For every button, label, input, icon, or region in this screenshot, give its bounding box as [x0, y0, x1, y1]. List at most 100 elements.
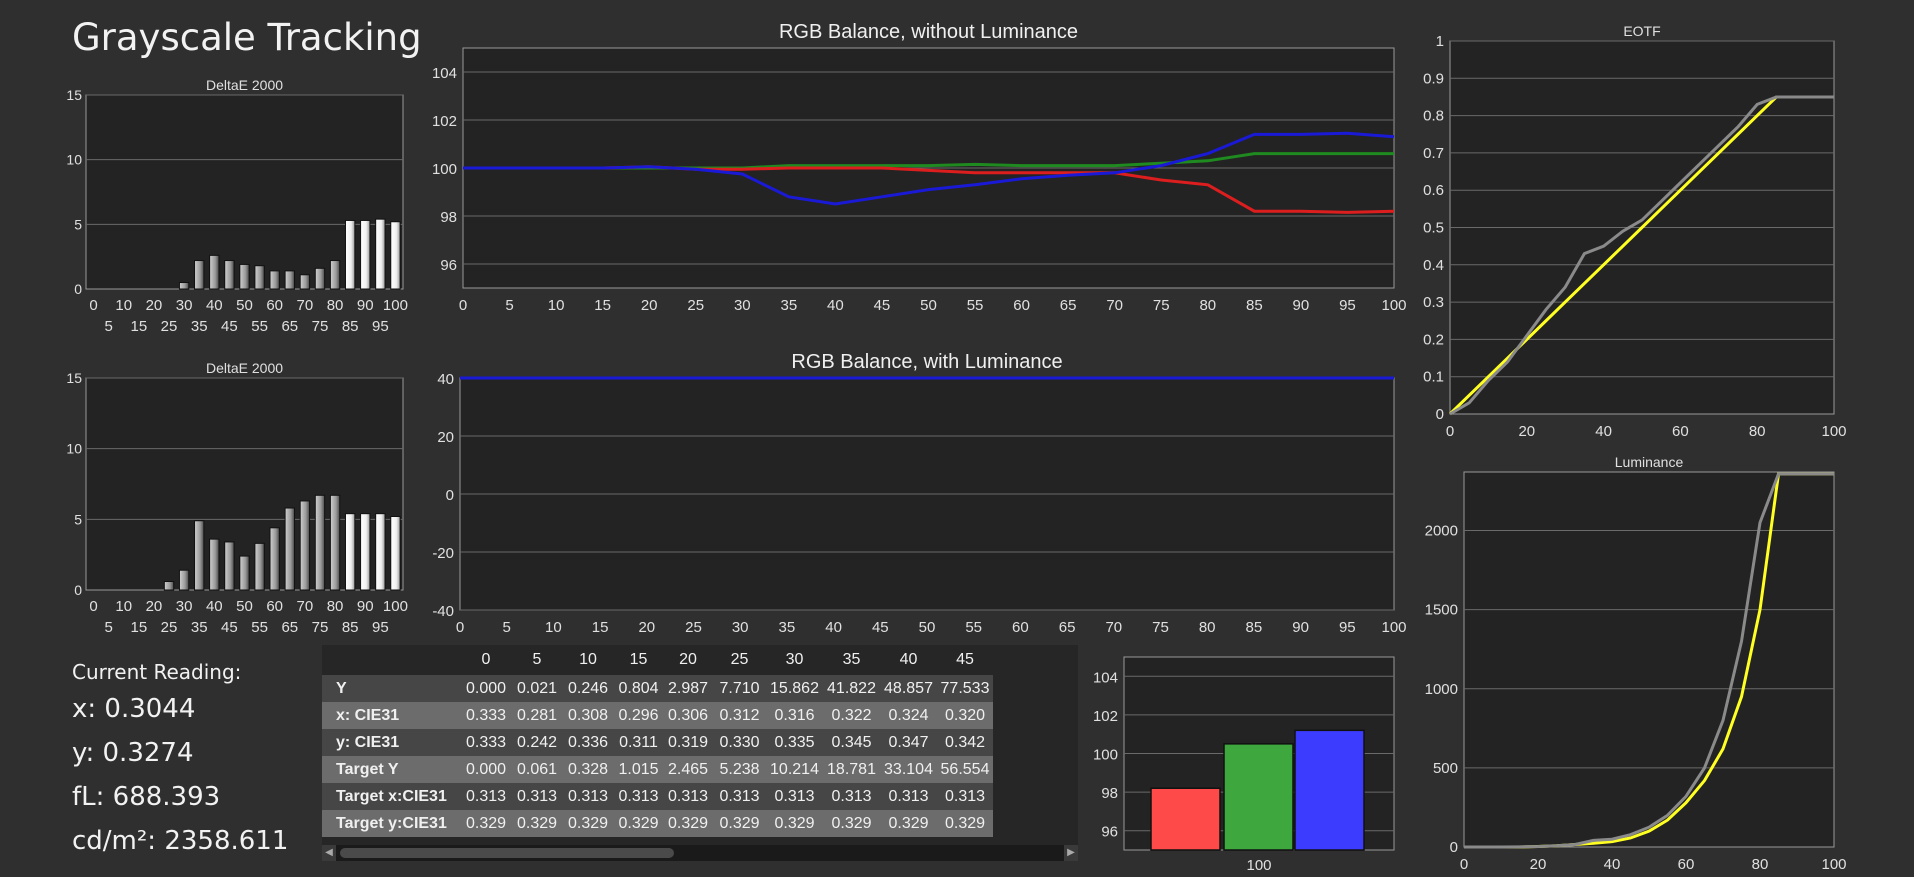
table-cell: 77.533: [937, 675, 993, 702]
deltae-bar: [209, 254, 220, 290]
y-tick-label: 0.3: [1423, 294, 1444, 311]
x-tick-label: 80: [1199, 297, 1216, 314]
table-row-label: Y: [322, 675, 460, 702]
x-tick-label: 10: [115, 297, 132, 314]
table-cell: 0.347: [880, 729, 937, 756]
x-tick-label: 100: [383, 598, 408, 615]
y-tick-label: 1: [1436, 33, 1444, 50]
y-tick-label: 1000: [1425, 681, 1458, 698]
x-tick-label: 60: [266, 297, 283, 314]
scroll-right-icon[interactable]: ▶: [1064, 845, 1078, 861]
y-tick-label: 100: [1093, 747, 1118, 764]
x-tick-label: 60: [1672, 423, 1689, 440]
deltae-bar: [194, 520, 205, 591]
y-tick-label: 0.7: [1423, 145, 1444, 162]
rgb-bar: [1223, 743, 1294, 851]
table-row: Target Y 0.000 0.061 0.328 1.015 2.465 5.238 10…: [322, 756, 993, 783]
table-cell: 2.465: [663, 756, 713, 783]
table-row-label: y: CIE31: [322, 729, 460, 756]
table-cell: 0.335: [766, 729, 823, 756]
table-cell: 0.313: [512, 783, 562, 810]
chart-title: DeltaE 2000: [206, 77, 283, 93]
table-cell: 0.306: [663, 702, 713, 729]
table-cell: 0.242: [512, 729, 562, 756]
table-cell: 1.015: [614, 756, 663, 783]
x-tick-label: 0: [89, 598, 97, 615]
deltae-bar: [284, 507, 295, 591]
deltae-bar: [224, 260, 235, 290]
table-cell: 0.320: [937, 702, 993, 729]
deltae-bar: [239, 263, 250, 290]
table-column-header: 45: [937, 645, 993, 675]
x-tick-label: 25: [161, 619, 178, 636]
x-tick-label: 100: [1381, 297, 1406, 314]
table-cell: 0.329: [823, 810, 880, 837]
x-tick-label: 85: [342, 619, 359, 636]
y-tick-label: -20: [432, 545, 454, 562]
measurement-table[interactable]: 0 5 10 15 20 25 30 35 40 45 Y 0.000 0.021 0.246 0.804 2…: [322, 645, 1078, 861]
x-tick-label: 90: [357, 598, 374, 615]
table-horizontal-scrollbar[interactable]: ◀ ▶: [322, 845, 1078, 861]
reading-fl: fL: 688.393: [72, 782, 221, 812]
table-cell: 56.554: [937, 756, 993, 783]
table-column-header: 20: [663, 645, 713, 675]
table-cell: 0.329: [663, 810, 713, 837]
x-tick-label: 95: [372, 318, 389, 335]
deltae-bar: [254, 265, 265, 290]
x-tick-label: 55: [967, 297, 984, 314]
x-tick-label: 30: [176, 598, 193, 615]
y-tick-label: 5: [74, 511, 82, 527]
x-tick-label: 40: [1604, 856, 1621, 873]
chart-title: RGB Balance, without Luminance: [779, 21, 1078, 43]
reading-x: x: 0.3044: [72, 694, 196, 724]
table-cell: 48.857: [880, 675, 937, 702]
y-tick-label: 15: [66, 87, 82, 103]
table-cell: 0.313: [562, 783, 614, 810]
y-tick-label: 0.8: [1423, 108, 1444, 125]
table-row: Target y:CIE31 0.329 0.329 0.329 0.329 0.329 0…: [322, 810, 993, 837]
deltae-bar: [329, 494, 341, 591]
deltae-bar: [360, 219, 371, 290]
table-cell: 33.104: [880, 756, 937, 783]
x-tick-label: 10: [545, 619, 562, 636]
table-cell: 0.345: [823, 729, 880, 756]
x-tick-label: 5: [503, 619, 511, 636]
x-tick-label: 25: [687, 297, 704, 314]
x-tick-label: 20: [638, 619, 655, 636]
x-tick-label: 40: [206, 297, 223, 314]
x-tick-label: 70: [297, 297, 314, 314]
scroll-left-icon[interactable]: ◀: [322, 845, 336, 861]
x-tick-label: 15: [594, 297, 611, 314]
table-corner: [322, 645, 460, 675]
x-tick-label: 70: [1105, 619, 1122, 636]
x-tick-label: 20: [1530, 856, 1547, 873]
x-tick-label: 70: [297, 598, 314, 615]
table-column-header: 0: [460, 645, 512, 675]
y-tick-label: 500: [1433, 760, 1458, 777]
y-tick-label: 0.4: [1423, 257, 1444, 274]
table-cell: 0.329: [880, 810, 937, 837]
table-row: Y 0.000 0.021 0.246 0.804 2.987 7.710 15.862 41.…: [322, 675, 993, 702]
y-tick-label: 96: [1101, 824, 1118, 841]
x-tick-label: 5: [505, 297, 513, 314]
table-cell: 0.313: [766, 783, 823, 810]
table-cell: 0.329: [460, 810, 512, 837]
x-tick-label: 70: [1106, 297, 1123, 314]
table-cell: 0.804: [614, 675, 663, 702]
y-tick-label: 0.6: [1423, 182, 1444, 199]
x-tick-label: 5: [104, 318, 112, 335]
table-cell: 0.296: [614, 702, 663, 729]
table-cell: 0.329: [562, 810, 614, 837]
x-tick-label: 45: [874, 297, 891, 314]
chart-title: EOTF: [1623, 23, 1660, 39]
y-tick-label: 0.1: [1423, 369, 1444, 386]
x-tick-label: 30: [176, 297, 193, 314]
x-tick-label: 15: [592, 619, 609, 636]
deltae-bar: [194, 260, 205, 290]
deltae-bar: [284, 270, 295, 290]
x-tick-label: 25: [161, 318, 178, 335]
plot-area: [1463, 471, 1835, 848]
table-cell: 0.324: [880, 702, 937, 729]
scrollbar-thumb[interactable]: [340, 848, 674, 858]
x-tick-label: 10: [115, 598, 132, 615]
